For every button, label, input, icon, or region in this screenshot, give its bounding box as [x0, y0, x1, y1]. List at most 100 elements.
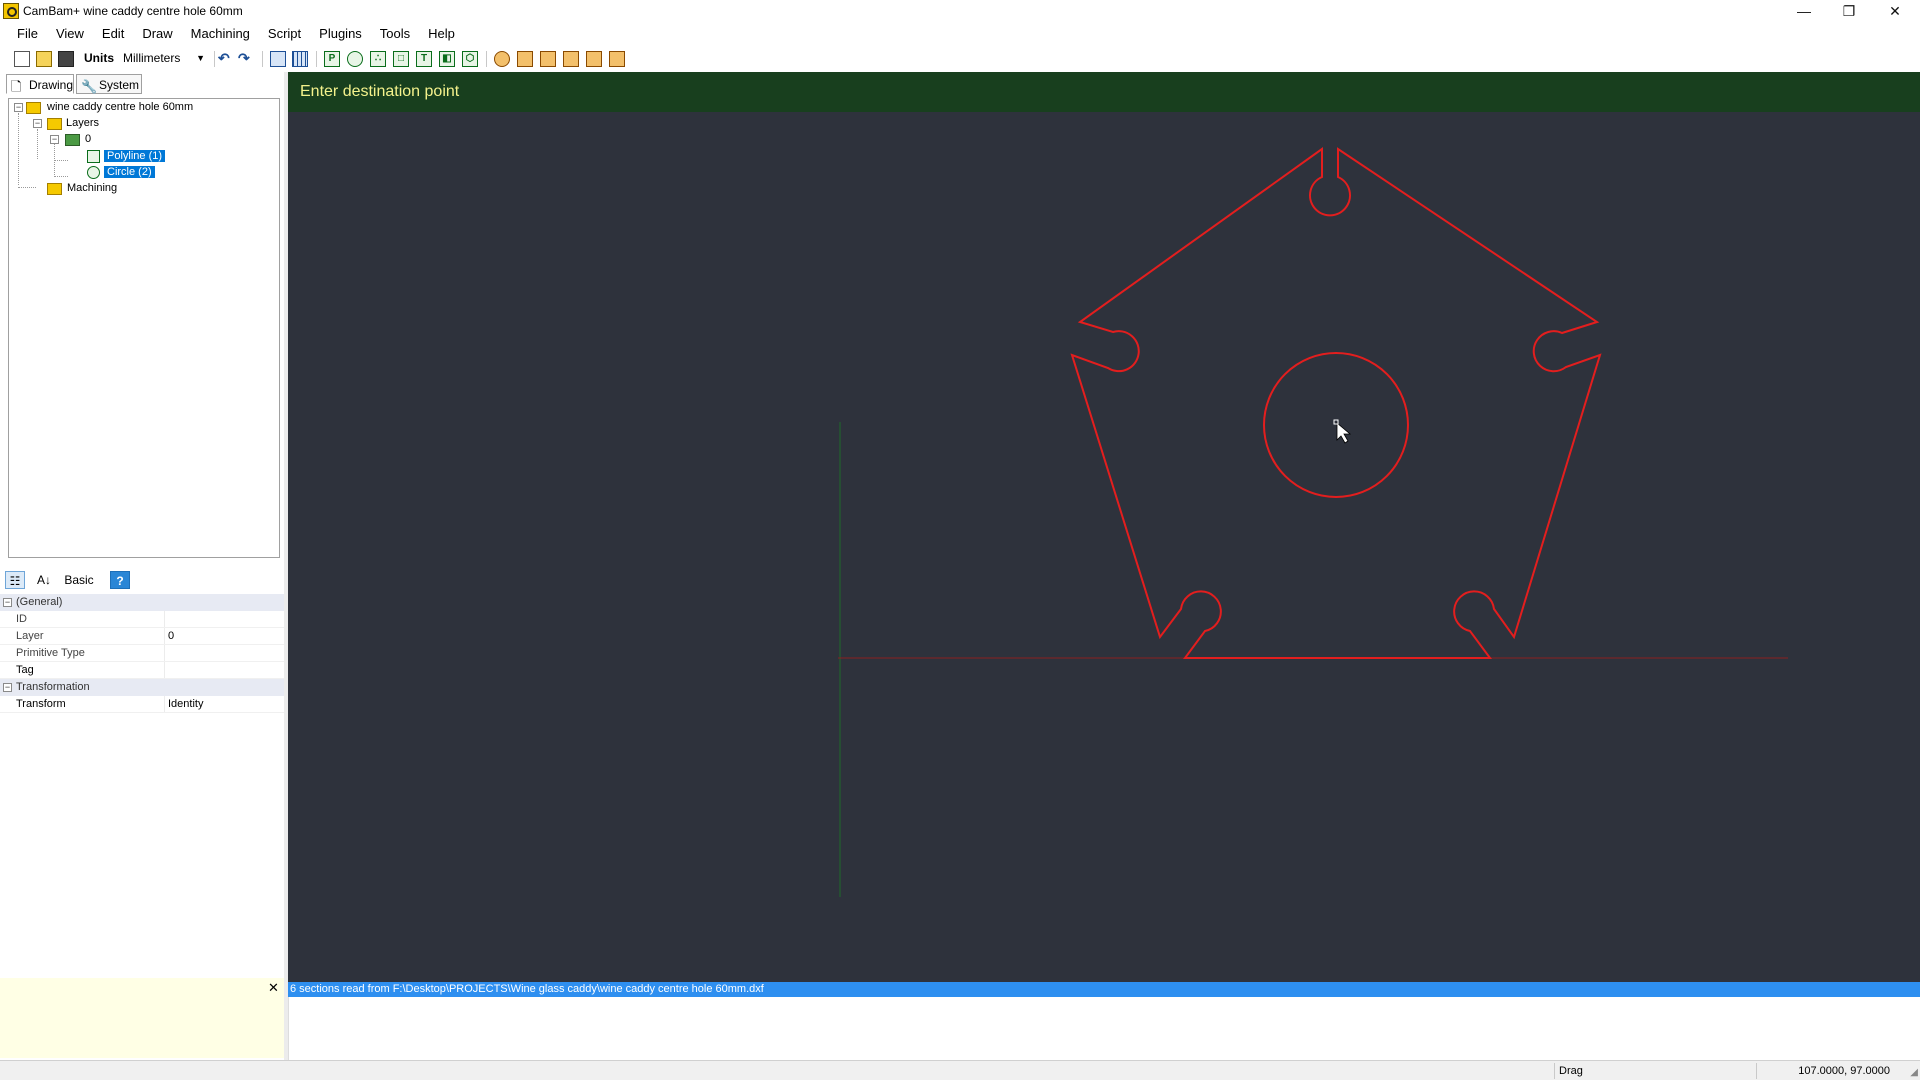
- save-icon[interactable]: [58, 51, 74, 67]
- window-title: CamBam+ wine caddy centre hole 60mm: [23, 4, 243, 18]
- lathe-machining-icon[interactable]: [586, 51, 602, 67]
- restore-button[interactable]: ❐: [1826, 0, 1872, 22]
- 3d-mesh-icon[interactable]: ⬡: [462, 51, 478, 67]
- circle-draw-icon[interactable]: [347, 51, 363, 67]
- menu-view[interactable]: View: [47, 22, 93, 46]
- property-row[interactable]: Primitive Type: [0, 645, 284, 662]
- polyline-icon: [87, 150, 100, 163]
- left-panel-tabs: 🗋 Drawing 🔧 System: [0, 72, 284, 96]
- drawing-canvas[interactable]: [288, 112, 1920, 982]
- property-value[interactable]: [165, 645, 168, 661]
- pocket-machining-icon[interactable]: [517, 51, 533, 67]
- log-message: 6 sections read from F:\Desktop\PROJECTS…: [290, 983, 764, 995]
- property-value[interactable]: Identity: [165, 696, 203, 712]
- menu-script[interactable]: Script: [259, 22, 310, 46]
- message-panel: [0, 978, 286, 1058]
- menu-edit[interactable]: Edit: [93, 22, 133, 46]
- tree-item-layers[interactable]: Layers: [66, 115, 99, 131]
- tree-item-layer-0[interactable]: 0: [85, 131, 91, 147]
- toolbar-separator: [486, 51, 487, 67]
- tab-system-label: System: [99, 78, 140, 92]
- tree-connector: [54, 160, 68, 161]
- property-name: Primitive Type: [0, 645, 165, 661]
- status-mode: Drag: [1554, 1063, 1754, 1079]
- units-label: Units: [84, 51, 114, 65]
- polyline-draw-icon[interactable]: P: [324, 51, 340, 67]
- property-value[interactable]: [165, 662, 168, 678]
- rectangle-draw-icon[interactable]: □: [393, 51, 409, 67]
- tree-item-machining[interactable]: Machining: [67, 180, 117, 196]
- property-row[interactable]: Transform Identity: [0, 696, 284, 713]
- pentagon-polyline[interactable]: [1070, 147, 1602, 659]
- property-row[interactable]: Layer 0: [0, 628, 284, 645]
- tab-system[interactable]: 🔧 System: [76, 74, 142, 94]
- mouse-cursor-icon: [1336, 422, 1352, 444]
- alphabetical-sort-icon[interactable]: A↓: [34, 571, 54, 589]
- folder-icon: [26, 102, 41, 114]
- property-grid: − (General) ID Layer 0 Primitive Type Ta…: [0, 594, 284, 713]
- menu-file[interactable]: File: [8, 22, 47, 46]
- category-general[interactable]: − (General): [0, 594, 284, 611]
- undo-icon[interactable]: ↶: [218, 51, 234, 67]
- points-draw-icon[interactable]: ∴: [370, 51, 386, 67]
- circle-label: Circle (2): [104, 166, 155, 178]
- tab-drawing[interactable]: 🗋 Drawing: [6, 74, 74, 94]
- menu-machining[interactable]: Machining: [182, 22, 259, 46]
- help-icon[interactable]: ?: [110, 571, 130, 589]
- tree-item-polyline[interactable]: Polyline (1): [104, 148, 166, 164]
- close-button[interactable]: ✕: [1872, 0, 1918, 22]
- menu-help[interactable]: Help: [419, 22, 464, 46]
- text-draw-icon[interactable]: T: [416, 51, 432, 67]
- layer-folder-icon: [65, 134, 80, 146]
- redo-icon[interactable]: ↷: [238, 51, 254, 67]
- folder-icon: [47, 118, 62, 130]
- close-icon[interactable]: ✕: [268, 980, 279, 996]
- 3d-profile-machining-icon[interactable]: [609, 51, 625, 67]
- property-toolbar: ☷ A↓ Basic ?: [0, 568, 284, 592]
- surface-draw-icon[interactable]: ◧: [439, 51, 455, 67]
- tree-item-root[interactable]: wine caddy centre hole 60mm: [47, 99, 193, 115]
- new-file-icon[interactable]: [14, 51, 30, 67]
- category-general-label: (General): [16, 596, 63, 608]
- profile-machining-icon[interactable]: [494, 51, 510, 67]
- open-folder-icon[interactable]: [36, 51, 52, 67]
- tree-collapse-layer0[interactable]: −: [50, 135, 59, 144]
- property-name: Layer: [0, 628, 165, 644]
- log-area[interactable]: [288, 997, 1920, 1060]
- basic-view-button[interactable]: Basic: [62, 571, 96, 589]
- grid-icon[interactable]: [292, 51, 308, 67]
- tree-item-circle[interactable]: Circle (2): [104, 164, 155, 180]
- cambam-app-icon: [3, 3, 19, 19]
- tree-connector: [18, 187, 36, 188]
- units-dropdown[interactable]: Millimeters ▼: [120, 49, 208, 67]
- resize-grip-icon[interactable]: ◢: [1910, 1067, 1918, 1078]
- tree-collapse-layers[interactable]: −: [33, 119, 42, 128]
- menu-draw[interactable]: Draw: [133, 22, 181, 46]
- engrave-machining-icon[interactable]: [563, 51, 579, 67]
- page-icon: 🗋: [11, 79, 22, 94]
- property-name: ID: [0, 611, 165, 627]
- tree-connector: [18, 113, 19, 185]
- drill-machining-icon[interactable]: [540, 51, 556, 67]
- menu-tools[interactable]: Tools: [371, 22, 419, 46]
- tree-collapse-root[interactable]: −: [14, 103, 23, 112]
- property-value[interactable]: [165, 611, 168, 627]
- property-row[interactable]: Tag: [0, 662, 284, 679]
- chevron-down-icon: ▼: [196, 53, 205, 63]
- title-bar: CamBam+ wine caddy centre hole 60mm — ❐ …: [0, 0, 1920, 22]
- property-name: Tag: [0, 662, 165, 678]
- status-bar: Drag 107.0000, 97.0000 ◢: [0, 1060, 1920, 1080]
- categorized-view-icon[interactable]: ☷: [5, 571, 25, 589]
- drawing-svg[interactable]: [288, 112, 1920, 982]
- main-toolbar: ↶ ↷ P ∴ □ T ◧ ⬡: [0, 48, 1920, 70]
- tree-connector: [54, 176, 68, 177]
- property-value[interactable]: 0: [165, 628, 174, 644]
- tree-connector: [54, 139, 55, 177]
- minimize-button[interactable]: —: [1781, 0, 1827, 22]
- centre-hole-circle[interactable]: [1263, 352, 1409, 498]
- drawing-tree[interactable]: − wine caddy centre hole 60mm − Layers −…: [8, 98, 280, 558]
- menu-plugins[interactable]: Plugins: [310, 22, 371, 46]
- snap-grid-icon[interactable]: [270, 51, 286, 67]
- property-row[interactable]: ID: [0, 611, 284, 628]
- category-transformation[interactable]: − Transformation: [0, 679, 284, 696]
